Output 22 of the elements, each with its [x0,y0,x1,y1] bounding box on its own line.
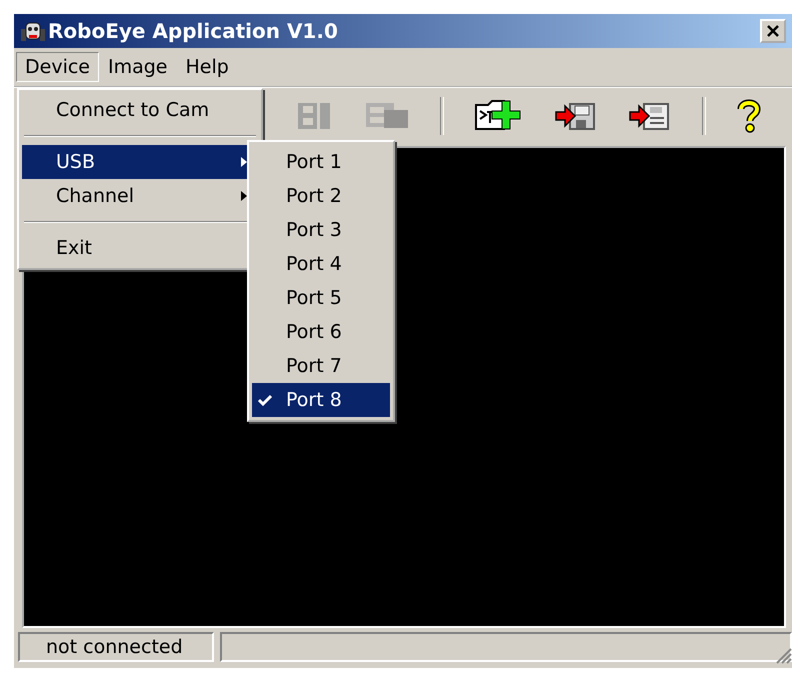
menu-item[interactable]: Port 2 [252,179,390,213]
menu-item[interactable]: Port 4 [252,247,390,281]
menu-item[interactable]: Port 7 [252,349,390,383]
window-title: RoboEye Application V1.0 [48,19,339,43]
toolbar-button[interactable] [628,100,672,132]
menu-item[interactable]: Connect to Cam [22,93,258,127]
menu-item[interactable]: Port 3 [252,213,390,247]
help-icon [736,98,762,134]
toolbar-button[interactable] [736,98,762,134]
close-button[interactable] [760,19,786,43]
menu-item[interactable]: Port 8 [252,383,390,417]
arrow-document-icon [628,100,672,132]
close-icon [766,24,780,38]
toolbar-button[interactable] [554,100,598,132]
arrow-floppy-icon [554,100,598,132]
menu-item[interactable]: Image [98,52,176,82]
menu-item[interactable]: Port 6 [252,315,390,349]
menu-item[interactable]: Help [176,52,238,82]
menu-item[interactable]: Device [16,52,99,82]
submenu-arrow-icon [240,190,248,202]
menu-item[interactable]: Port 5 [252,281,390,315]
status-text: not connected [18,632,214,662]
